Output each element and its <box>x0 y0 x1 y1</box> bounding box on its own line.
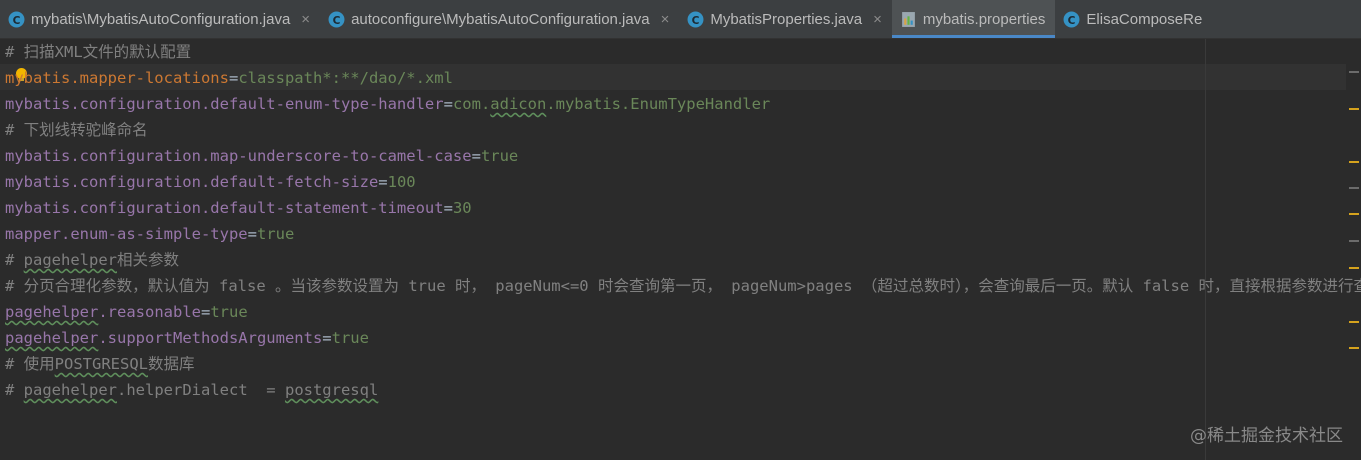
code-line-11: pagehelper.reasonable=true <box>5 303 248 321</box>
code-line-10: # 分页合理化参数，默认值为 false 。当该参数设置为 true 时， pa… <box>5 277 1361 295</box>
code-line-12: pagehelper.supportMethodsArguments=true <box>5 329 369 347</box>
code-line-6: mybatis.configuration.default-fetch-size… <box>5 173 416 191</box>
code-editor[interactable]: # 扫描XML文件的默认配置 mybatis.mapper-locations=… <box>0 39 1361 460</box>
scroll-marker[interactable] <box>1349 213 1359 215</box>
svg-text:C: C <box>692 13 700 26</box>
scroll-marker[interactable] <box>1349 161 1359 163</box>
java-class-icon: C <box>8 11 25 27</box>
close-icon[interactable]: × <box>301 11 310 28</box>
code-line-5: mybatis.configuration.map-underscore-to-… <box>5 147 519 165</box>
tab-label: mybatis.properties <box>922 10 1046 28</box>
editor-tab-bar: C mybatis\MybatisAutoConfiguration.java … <box>0 0 1361 39</box>
scroll-marker[interactable] <box>1349 187 1359 189</box>
scroll-marker[interactable] <box>1349 71 1359 73</box>
scroll-marker[interactable] <box>1349 347 1359 349</box>
tab-autoconfigure-mybatis-autoconfiguration[interactable]: C autoconfigure\MybatisAutoConfiguration… <box>320 0 679 38</box>
code-line-13: # 使用POSTGRESQL数据库 <box>5 355 195 373</box>
tab-mybatis-properties[interactable]: mybatis.properties <box>891 0 1056 38</box>
watermark: @稀土掘金技术社区 <box>1190 426 1343 446</box>
tab-elisa-compose[interactable]: C ElisaComposeRe <box>1055 0 1212 38</box>
java-class-icon: C <box>328 11 345 27</box>
code-line-3: mybatis.configuration.default-enum-type-… <box>5 95 771 113</box>
code-line-14: # pagehelper.helperDialect = postgresql <box>5 381 379 399</box>
svg-text:C: C <box>333 13 341 26</box>
code-line-1: # 扫描XML文件的默认配置 <box>5 43 192 61</box>
code-line-8: mapper.enum-as-simple-type=true <box>5 225 295 243</box>
java-class-icon: C <box>1063 11 1080 27</box>
java-class-icon: C <box>687 11 704 27</box>
tab-label: autoconfigure\MybatisAutoConfiguration.j… <box>351 10 650 28</box>
code-line-4: # 下划线转驼峰命名 <box>5 121 148 139</box>
tab-label: MybatisProperties.java <box>710 10 863 28</box>
scroll-marker[interactable] <box>1349 267 1359 269</box>
scroll-marker[interactable] <box>1349 321 1359 323</box>
svg-text:C: C <box>13 13 21 26</box>
tab-mybatis-autoconfiguration[interactable]: C mybatis\MybatisAutoConfiguration.java … <box>0 0 320 38</box>
tab-label: mybatis\MybatisAutoConfiguration.java <box>31 10 291 28</box>
scroll-marker[interactable] <box>1349 240 1359 242</box>
tab-mybatis-properties-java[interactable]: C MybatisProperties.java × <box>679 0 892 38</box>
svg-text:C: C <box>1068 13 1076 26</box>
close-icon[interactable]: × <box>661 11 670 28</box>
right-margin-guide <box>1205 39 1206 460</box>
tab-label: ElisaComposeRe <box>1086 10 1203 28</box>
code-line-7: mybatis.configuration.default-statement-… <box>5 199 472 217</box>
close-icon[interactable]: × <box>873 11 882 28</box>
scrollbar-markers[interactable] <box>1346 39 1361 460</box>
code-line-2: mybatis.mapper-locations=classpath*:**/d… <box>5 69 453 87</box>
scroll-marker[interactable] <box>1349 108 1359 110</box>
code-line-9: # pagehelper相关参数 <box>5 251 180 269</box>
properties-file-icon <box>901 11 915 27</box>
